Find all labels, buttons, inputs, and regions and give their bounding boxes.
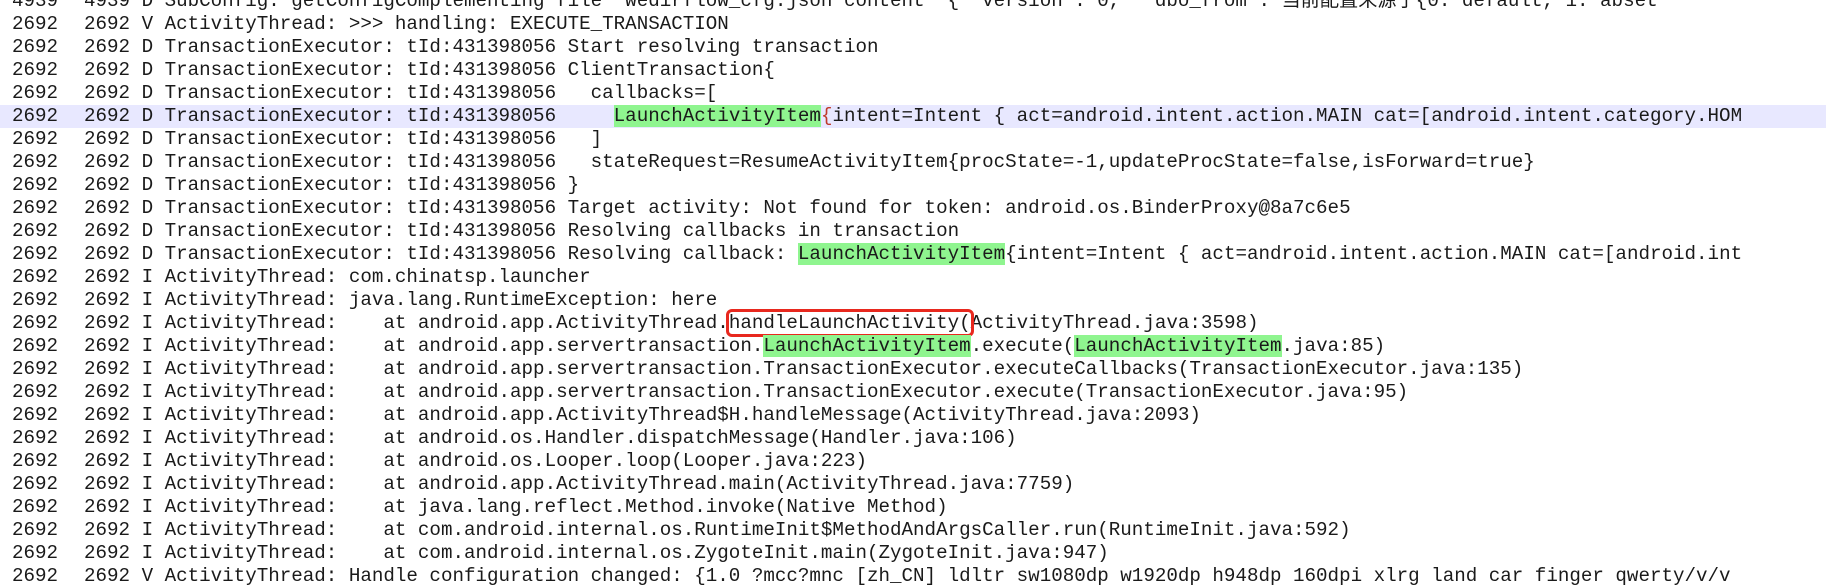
log-line-pid: 2692 bbox=[12, 266, 59, 288]
log-line-pid: 2692 bbox=[12, 358, 59, 380]
log-line[interactable]: 2692 2692 I ActivityThread: at java.lang.… bbox=[0, 496, 1826, 519]
log-line[interactable]: 2692 2692 I ActivityThread: at android.ap… bbox=[0, 473, 1826, 496]
matched-brace: { bbox=[820, 105, 833, 127]
log-line-text: 2692 V ActivityThread: Handle configurat… bbox=[84, 565, 1731, 585]
log-line[interactable]: 2692 2692 D TransactionExecutor: tId:4313… bbox=[0, 128, 1826, 151]
log-line-text: 2692 I ActivityThread: java.lang.Runtime… bbox=[84, 289, 718, 311]
log-line-pid: 2692 bbox=[12, 197, 59, 219]
log-line[interactable]: 2692 2692 V ActivityThread: Handle config… bbox=[0, 565, 1826, 585]
log-line-text: 2692 I ActivityThread: at android.app.Ac… bbox=[84, 312, 729, 334]
search-match-highlight: LaunchActivityItem bbox=[763, 335, 971, 357]
log-line-pid: 2692 bbox=[12, 289, 59, 311]
log-line-text: 2692 I ActivityThread: at java.lang.refl… bbox=[84, 496, 948, 518]
log-line-pid: 2692 bbox=[12, 335, 59, 357]
log-line-text: ActivityThread.java:3598) bbox=[970, 312, 1259, 334]
log-line[interactable]: 4939 4939 D SubConfig: getConfigComplemen… bbox=[0, 0, 1826, 13]
log-line[interactable]: 2692 2692 I ActivityThread: at com.androi… bbox=[0, 519, 1826, 542]
search-match-highlight: LaunchActivityItem bbox=[797, 243, 1006, 265]
log-line-text: {intent=Intent { act=android.intent.acti… bbox=[1005, 243, 1743, 265]
log-line-pid: 2692 bbox=[12, 404, 59, 426]
log-line-text: 2692 I ActivityThread: at com.android.in… bbox=[84, 542, 1109, 564]
log-line-pid: 2692 bbox=[12, 105, 59, 127]
search-match-highlight: LaunchActivityItem bbox=[613, 105, 821, 127]
log-line-pid: 2692 bbox=[12, 174, 59, 196]
log-line-text: 2692 I ActivityThread: at android.os.Loo… bbox=[84, 450, 867, 472]
log-line-pid: 2692 bbox=[12, 59, 59, 81]
log-line[interactable]: 2692 2692 V ActivityThread: >>> handling:… bbox=[0, 13, 1826, 36]
log-line-text: 2692 D TransactionExecutor: tId:43139805… bbox=[84, 174, 580, 196]
log-line-current[interactable]: 2692 2692 D TransactionExecutor: tId:4313… bbox=[0, 105, 1826, 128]
log-line-text: 2692 D TransactionExecutor: tId:43139805… bbox=[84, 36, 879, 58]
log-line[interactable]: 2692 2692 I ActivityThread: at com.androi… bbox=[0, 542, 1826, 565]
log-line-pid: 2692 bbox=[12, 82, 59, 104]
log-line-text: 2692 D TransactionExecutor: tId:43139805… bbox=[84, 243, 798, 265]
log-line-pid: 2692 bbox=[12, 13, 59, 35]
log-line[interactable]: 2692 2692 D TransactionExecutor: tId:4313… bbox=[0, 59, 1826, 82]
log-line-text: .execute( bbox=[970, 335, 1075, 357]
log-line-pid: 2692 bbox=[12, 243, 59, 265]
log-line-pid: 2692 bbox=[12, 312, 59, 334]
log-line[interactable]: 2692 2692 I ActivityThread: at android.ap… bbox=[0, 381, 1826, 404]
log-line-text: 2692 I ActivityThread: at android.app.se… bbox=[84, 381, 1409, 403]
log-line-text: 2692 I ActivityThread: at android.os.Han… bbox=[84, 427, 1017, 449]
log-line-text: intent=Intent { act=android.intent.actio… bbox=[832, 105, 1743, 127]
log-line-text: 2692 I ActivityThread: at com.android.in… bbox=[84, 519, 1351, 541]
log-line-pid: 2692 bbox=[12, 565, 59, 585]
search-match-highlight: LaunchActivityItem bbox=[1074, 335, 1282, 357]
log-line[interactable]: 2692 2692 I ActivityThread: at android.ap… bbox=[0, 335, 1826, 358]
log-line[interactable]: 2692 2692 I ActivityThread: at android.ap… bbox=[0, 358, 1826, 381]
log-viewer[interactable]: 4939 4939 D SubConfig: getConfigComplemen… bbox=[0, 0, 1826, 585]
log-line[interactable]: 2692 2692 I ActivityThread: at android.ap… bbox=[0, 404, 1826, 427]
log-line-pid: 2692 bbox=[12, 542, 59, 564]
log-line-text: 2692 D TransactionExecutor: tId:43139805… bbox=[84, 128, 603, 150]
log-line[interactable]: 2692 2692 I ActivityThread: at android.os… bbox=[0, 427, 1826, 450]
log-line-pid: 2692 bbox=[12, 473, 59, 495]
log-line-text: 2692 D TransactionExecutor: tId:43139805… bbox=[84, 82, 718, 104]
log-line[interactable]: 2692 2692 D TransactionExecutor: tId:4313… bbox=[0, 82, 1826, 105]
log-line-pid: 2692 bbox=[12, 496, 59, 518]
log-line-pid: 2692 bbox=[12, 220, 59, 242]
log-line-pid: 2692 bbox=[12, 36, 59, 58]
log-line-text: .java:85) bbox=[1281, 335, 1386, 357]
log-line-text: 2692 D TransactionExecutor: tId:43139805… bbox=[84, 59, 775, 81]
log-line-text: 4939 D SubConfig: getConfigComplementing… bbox=[84, 0, 1658, 12]
log-line-pid: 2692 bbox=[12, 128, 59, 150]
log-line[interactable]: 2692 2692 D TransactionExecutor: tId:4313… bbox=[0, 197, 1826, 220]
log-line[interactable]: 2692 2692 I ActivityThread: com.chinatsp.… bbox=[0, 266, 1826, 289]
log-line[interactable]: 2692 2692 D TransactionExecutor: tId:4313… bbox=[0, 243, 1826, 266]
log-line-text: 2692 I ActivityThread: com.chinatsp.laun… bbox=[84, 266, 591, 288]
log-line[interactable]: 2692 2692 D TransactionExecutor: tId:4313… bbox=[0, 36, 1826, 59]
log-line-pid: 2692 bbox=[12, 151, 59, 173]
log-line-pid: 2692 bbox=[12, 519, 59, 541]
log-line[interactable]: 2692 2692 I ActivityThread: java.lang.Run… bbox=[0, 289, 1826, 312]
log-line[interactable]: 2692 2692 I ActivityThread: at android.ap… bbox=[0, 309, 1826, 337]
log-line-pid: 2692 bbox=[12, 450, 59, 472]
log-line-text: 2692 D TransactionExecutor: tId:43139805… bbox=[84, 220, 960, 242]
log-line-pid: 4939 bbox=[12, 0, 59, 12]
log-line[interactable]: 2692 2692 D TransactionExecutor: tId:4313… bbox=[0, 151, 1826, 174]
log-line-text: 2692 I ActivityThread: at android.app.se… bbox=[84, 358, 1524, 380]
log-line-pid: 2692 bbox=[12, 427, 59, 449]
log-line-text: 2692 D TransactionExecutor: tId:43139805… bbox=[84, 197, 1351, 219]
log-line-pid: 2692 bbox=[12, 381, 59, 403]
annotation-box: handleLaunchActivity( bbox=[725, 309, 974, 337]
log-line[interactable]: 2692 2692 D TransactionExecutor: tId:4313… bbox=[0, 174, 1826, 197]
log-line-text: 2692 I ActivityThread: at android.app.se… bbox=[84, 335, 764, 357]
log-line[interactable]: 2692 2692 D TransactionExecutor: tId:4313… bbox=[0, 220, 1826, 243]
log-line[interactable]: 2692 2692 I ActivityThread: at android.os… bbox=[0, 450, 1826, 473]
log-lines: 4939 4939 D SubConfig: getConfigComplemen… bbox=[0, 0, 1826, 585]
log-line-text: 2692 D TransactionExecutor: tId:43139805… bbox=[84, 105, 614, 127]
log-line-text: 2692 V ActivityThread: >>> handling: EXE… bbox=[84, 13, 729, 35]
log-line-text: 2692 I ActivityThread: at android.app.Ac… bbox=[84, 404, 1201, 426]
log-line-text: 2692 D TransactionExecutor: tId:43139805… bbox=[84, 151, 1535, 173]
log-line-text: 2692 I ActivityThread: at android.app.Ac… bbox=[84, 473, 1075, 495]
